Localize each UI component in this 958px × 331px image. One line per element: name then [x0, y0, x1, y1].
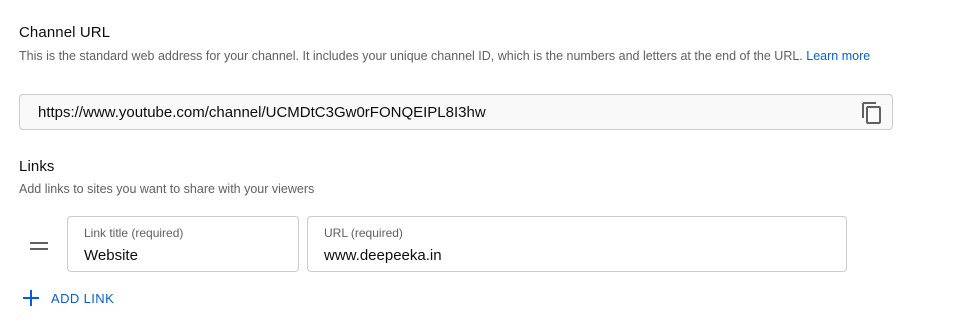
- channel-url-description-text: This is the standard web address for you…: [19, 49, 803, 63]
- learn-more-link[interactable]: Learn more: [806, 49, 870, 63]
- channel-url-field[interactable]: https://www.youtube.com/channel/UCMDtC3G…: [19, 94, 893, 130]
- links-title: Links: [19, 158, 55, 175]
- channel-url-description: This is the standard web address for you…: [19, 46, 889, 66]
- link-title-field[interactable]: Link title (required) Website: [67, 216, 299, 272]
- add-link-button[interactable]: ADD LINK: [22, 288, 114, 308]
- channel-url-value[interactable]: https://www.youtube.com/channel/UCMDtC3G…: [38, 104, 486, 121]
- drag-handle-icon[interactable]: [30, 238, 48, 250]
- link-title-label: Link title (required): [84, 226, 184, 240]
- link-url-label: URL (required): [324, 226, 403, 240]
- plus-icon: [22, 289, 40, 307]
- channel-settings-panel: Channel URL This is the standard web add…: [0, 0, 958, 331]
- link-url-value[interactable]: www.deepeeka.in: [324, 247, 442, 264]
- link-title-value[interactable]: Website: [84, 247, 138, 264]
- add-link-label: ADD LINK: [51, 290, 115, 306]
- links-description: Add links to sites you want to share wit…: [19, 182, 315, 196]
- link-url-field[interactable]: URL (required) www.deepeeka.in: [307, 216, 847, 272]
- copy-icon[interactable]: [860, 101, 884, 125]
- channel-url-title: Channel URL: [19, 24, 111, 41]
